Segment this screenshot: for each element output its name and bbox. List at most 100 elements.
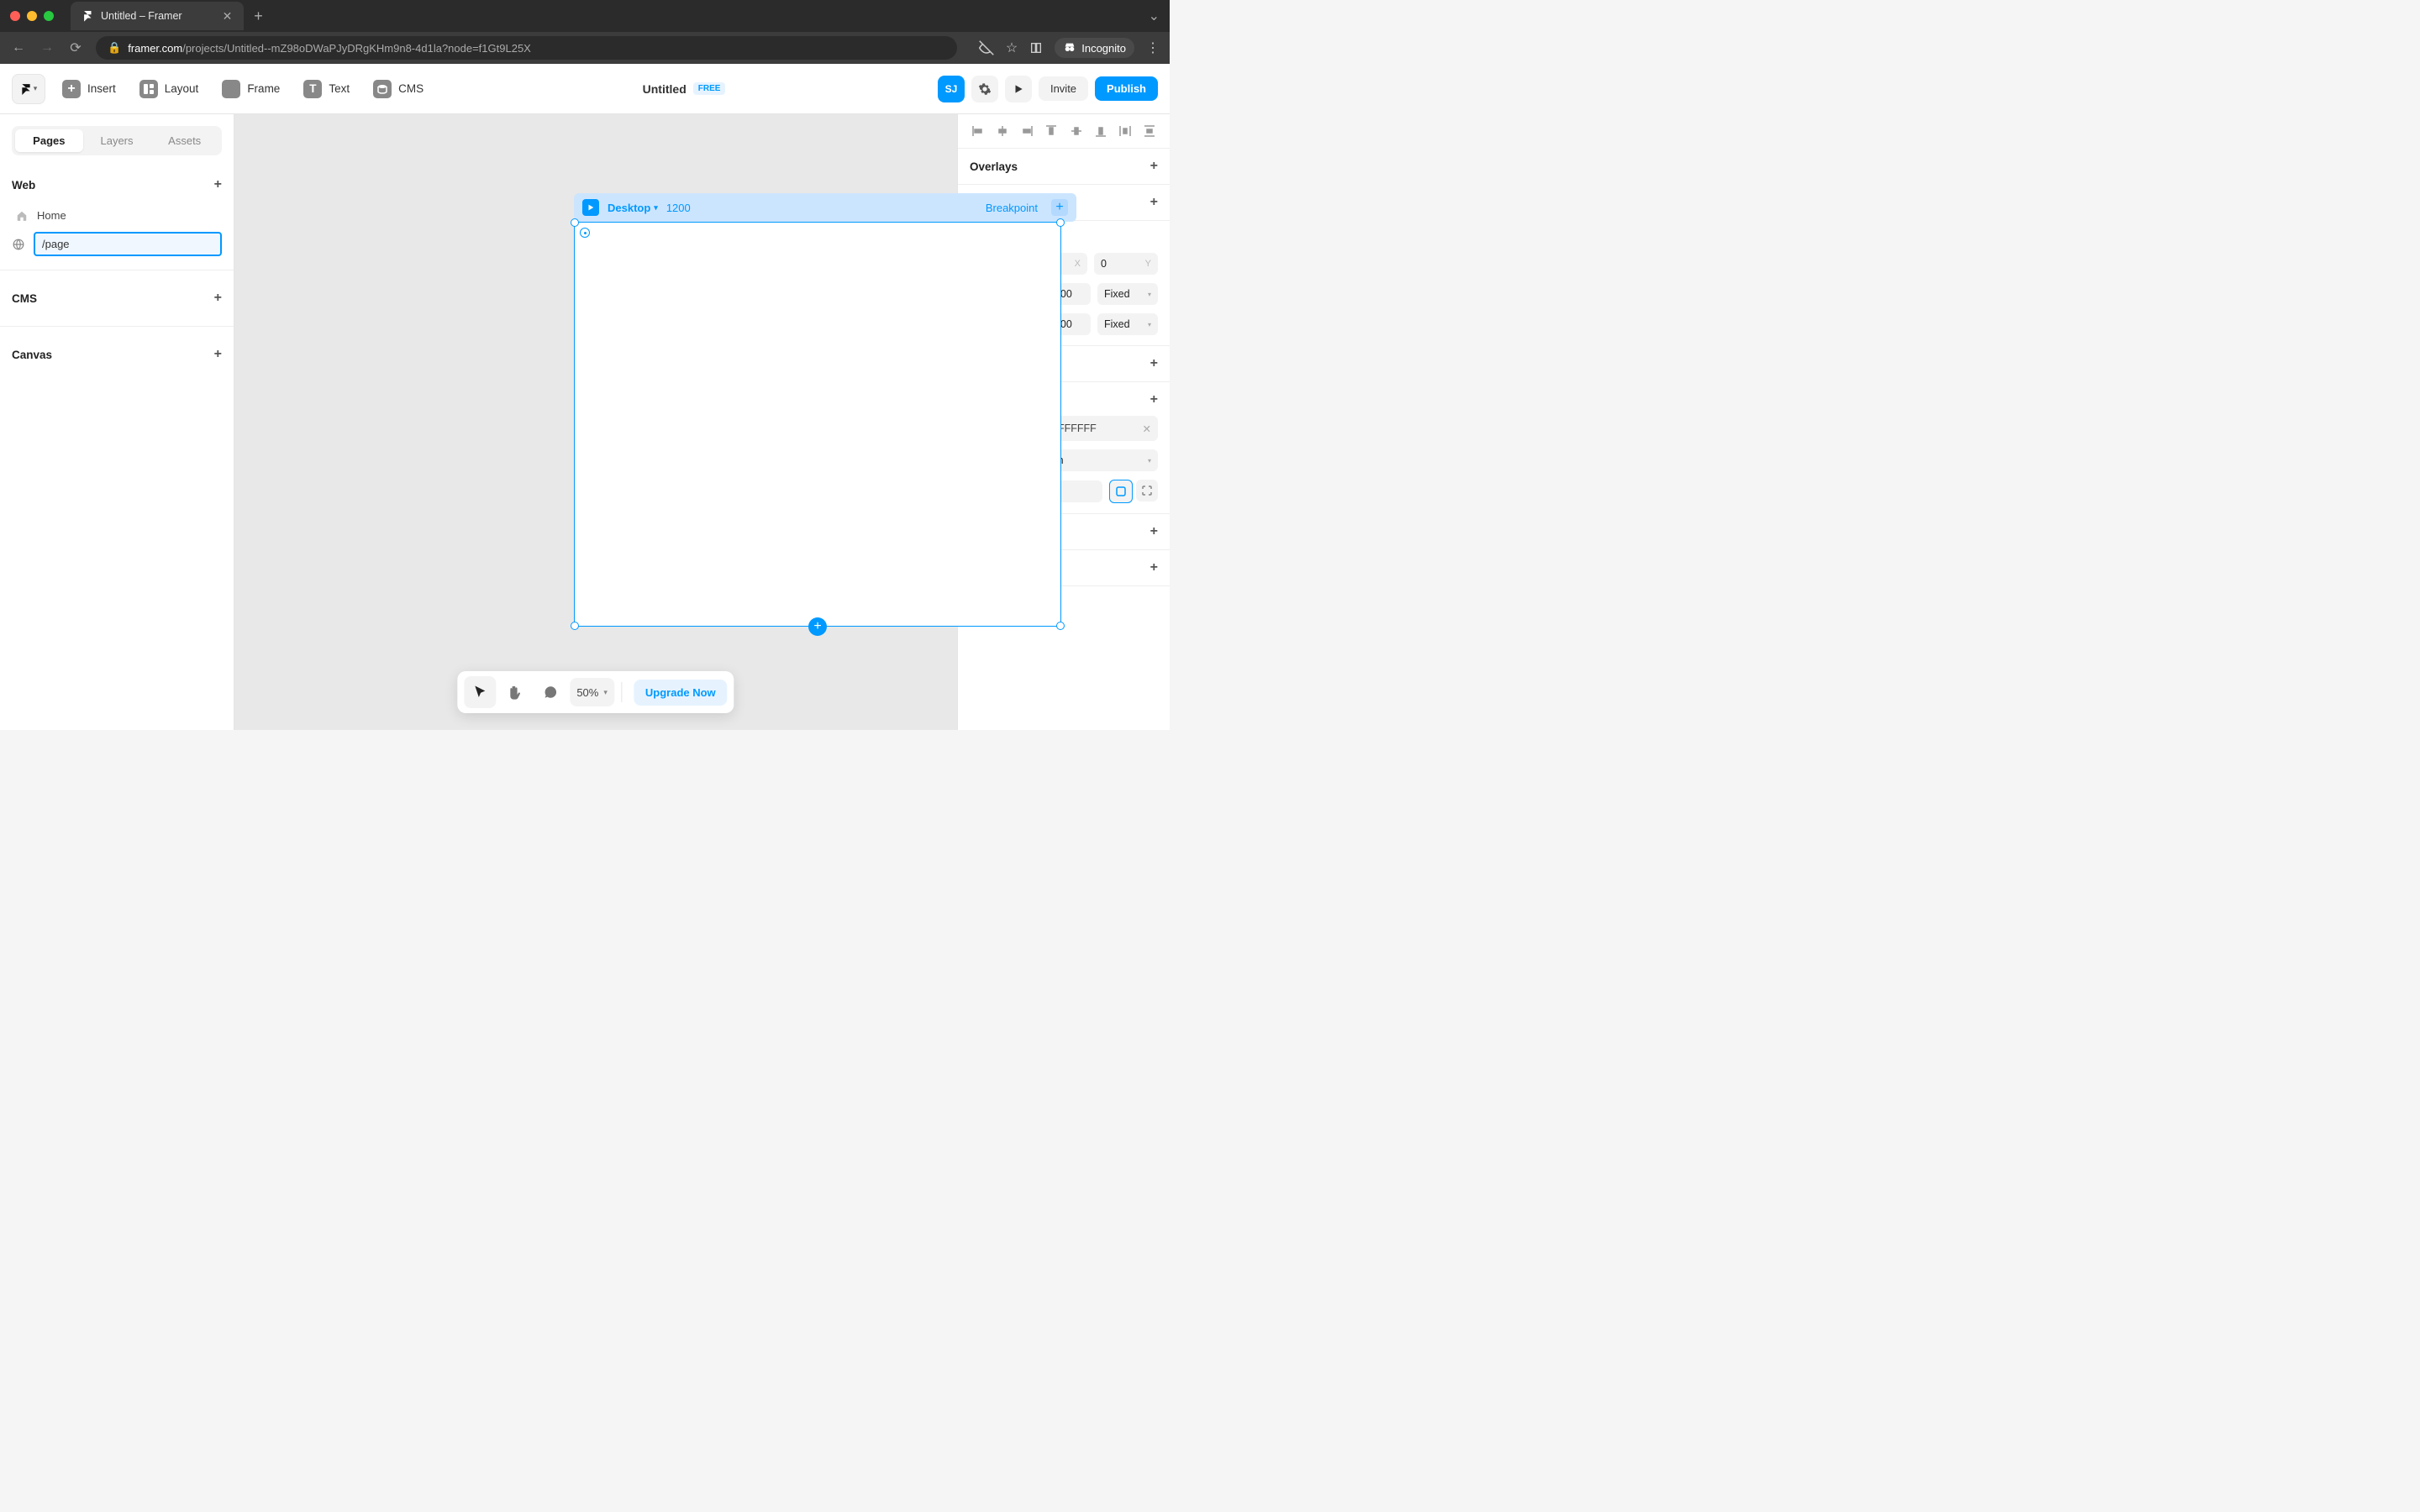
frame-preview-button[interactable] — [582, 199, 599, 216]
panel-tabs: Pages Layers Assets — [12, 126, 222, 155]
width-mode-select[interactable]: Fixed▾ — [1097, 283, 1158, 305]
layout-button[interactable]: Layout — [133, 75, 206, 103]
insert-button[interactable]: + Insert — [55, 75, 123, 103]
publish-button[interactable]: Publish — [1095, 76, 1158, 101]
add-section-button[interactable]: + — [808, 617, 827, 636]
tab-layers[interactable]: Layers — [83, 129, 151, 152]
add-canvas-button[interactable]: + — [214, 347, 222, 362]
breakpoint-label[interactable]: Breakpoint — [986, 202, 1038, 214]
play-icon — [587, 203, 595, 212]
nav-back-icon[interactable]: ← — [10, 40, 27, 55]
comment-tool[interactable] — [534, 676, 566, 708]
add-style-button[interactable]: + — [1150, 392, 1158, 407]
add-cms-button[interactable]: + — [214, 291, 222, 306]
section-web: Web + — [12, 171, 222, 199]
radius-all-button[interactable] — [1109, 480, 1133, 503]
align-top-icon[interactable] — [1043, 124, 1060, 138]
text-button[interactable]: T Text — [297, 75, 356, 103]
zoom-select[interactable]: 50% ▾ — [570, 678, 614, 706]
hand-tool[interactable] — [499, 676, 531, 708]
add-handoff-button[interactable]: + — [1150, 560, 1158, 575]
browser-tab[interactable]: Untitled – Framer ✕ — [71, 2, 244, 30]
tab-close-icon[interactable]: ✕ — [223, 9, 233, 24]
extensions-icon[interactable] — [1029, 41, 1043, 55]
cursor-tool[interactable] — [464, 676, 496, 708]
url-bar: ← → ⟳ 🔒 framer.com/projects/Untitled--mZ… — [0, 32, 1170, 64]
framer-menu-button[interactable]: ▾ — [12, 74, 45, 104]
cms-button[interactable]: CMS — [366, 75, 430, 103]
lock-icon: 🔒 — [108, 41, 121, 55]
add-link-button[interactable]: + — [1150, 195, 1158, 210]
cms-icon — [373, 80, 392, 98]
canvas[interactable]: Desktop ▾ 1200 Breakpoint + + — [234, 114, 957, 730]
frame-body[interactable]: + — [574, 222, 1061, 627]
distribute-v-icon[interactable] — [1141, 124, 1158, 138]
url-actions: ☆ Incognito ⋮ — [979, 38, 1160, 58]
height-mode-select[interactable]: Fixed▾ — [1097, 313, 1158, 335]
add-layout-button[interactable]: + — [1150, 356, 1158, 371]
text-icon: T — [303, 80, 322, 98]
eye-off-icon[interactable] — [979, 40, 994, 55]
pos-y-input[interactable]: 0Y — [1094, 253, 1158, 275]
tab-pages[interactable]: Pages — [15, 129, 83, 152]
radius-mode-toggle — [1109, 480, 1158, 503]
plus-icon: + — [62, 80, 81, 98]
cursor-icon — [472, 685, 487, 700]
frame-button[interactable]: Frame — [215, 75, 287, 103]
add-overlay-button[interactable]: + — [1150, 159, 1158, 174]
window-minimize[interactable] — [27, 11, 37, 21]
resize-handle-br[interactable] — [1056, 622, 1065, 630]
left-panel: Pages Layers Assets Web + Home CMS + Can… — [0, 114, 234, 730]
window-close[interactable] — [10, 11, 20, 21]
align-right-icon[interactable] — [1018, 124, 1035, 138]
new-tab-button[interactable]: + — [254, 8, 263, 25]
align-center-h-icon[interactable] — [994, 124, 1011, 138]
distribute-h-icon[interactable] — [1117, 124, 1134, 138]
frame-icon — [222, 80, 240, 98]
add-breakpoint-button[interactable]: + — [1051, 199, 1068, 216]
divider — [0, 326, 234, 327]
invite-button[interactable]: Invite — [1039, 76, 1088, 101]
frame-header[interactable]: Desktop ▾ 1200 Breakpoint + — [574, 193, 1076, 222]
nav-forward-icon: → — [39, 40, 55, 55]
window-maximize[interactable] — [44, 11, 54, 21]
align-left-icon[interactable] — [970, 124, 986, 138]
nav-reload-icon[interactable]: ⟳ — [67, 39, 84, 56]
avatar-button[interactable]: SJ — [938, 76, 965, 102]
menu-icon[interactable]: ⋮ — [1146, 39, 1160, 56]
settings-button[interactable] — [971, 76, 998, 102]
origin-indicator-icon — [580, 228, 590, 238]
clear-fill-icon[interactable]: ✕ — [1143, 423, 1151, 435]
chevron-down-icon: ▾ — [654, 203, 658, 213]
tab-assets[interactable]: Assets — [150, 129, 218, 152]
cms-label: CMS — [398, 82, 424, 95]
chevron-down-icon: ▾ — [1148, 321, 1151, 328]
frame-device-select[interactable]: Desktop ▾ — [608, 202, 658, 214]
resize-handle-bl[interactable] — [571, 622, 579, 630]
upgrade-button[interactable]: Upgrade Now — [634, 680, 728, 706]
main-area: Pages Layers Assets Web + Home CMS + Can… — [0, 114, 1170, 730]
add-web-page-button[interactable]: + — [214, 177, 222, 192]
add-override-button[interactable]: + — [1150, 524, 1158, 539]
insert-label: Insert — [87, 82, 116, 95]
radius-individual-button[interactable] — [1136, 480, 1158, 501]
resize-handle-tl[interactable] — [571, 218, 579, 227]
globe-icon — [12, 239, 25, 250]
url-input[interactable]: 🔒 framer.com/projects/Untitled--mZ98oDWa… — [96, 36, 957, 60]
project-title[interactable]: Untitled — [643, 82, 687, 96]
page-name-input[interactable] — [34, 232, 222, 256]
play-icon — [1013, 83, 1024, 95]
tabs-dropdown-icon[interactable]: ⌄ — [1149, 8, 1160, 24]
toolbar-center: Untitled FREE — [643, 82, 726, 96]
star-icon[interactable]: ☆ — [1006, 39, 1018, 56]
resize-handle-tr[interactable] — [1056, 218, 1065, 227]
preview-button[interactable] — [1005, 76, 1032, 102]
section-web-label: Web — [12, 179, 35, 192]
incognito-badge[interactable]: Incognito — [1055, 38, 1134, 58]
align-bottom-icon[interactable] — [1092, 124, 1109, 138]
frame-size[interactable]: 1200 — [666, 202, 691, 214]
comment-icon — [543, 685, 558, 700]
align-center-v-icon[interactable] — [1068, 124, 1085, 138]
page-item-home[interactable]: Home — [12, 204, 222, 227]
zoom-value: 50% — [576, 686, 598, 699]
